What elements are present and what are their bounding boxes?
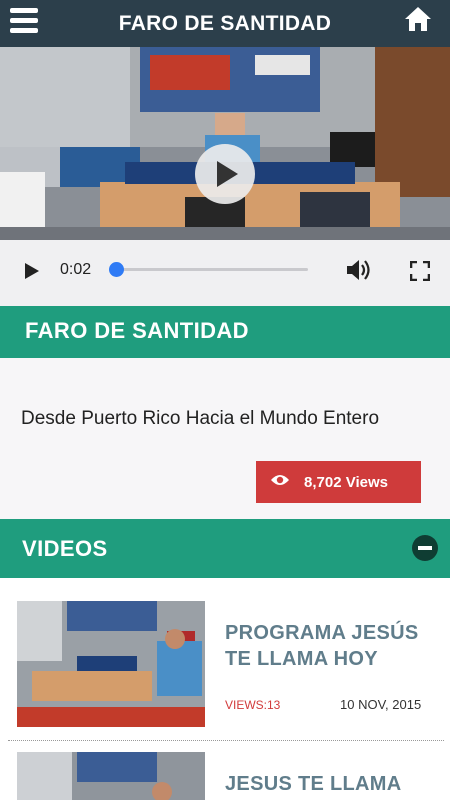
videos-title: VIDEOS <box>22 536 108 561</box>
play-icon[interactable] <box>24 262 40 285</box>
video-title[interactable]: JESUS TE LLAMA HOY 8 <box>225 771 440 800</box>
player-controls: 0:02 <box>0 240 450 306</box>
app-title: FARO DE SANTIDAD <box>118 11 332 35</box>
fullscreen-icon[interactable] <box>409 260 431 286</box>
volume-icon[interactable] <box>346 258 372 287</box>
list-item[interactable]: PROGRAMA JESÚS TE LLAMA HOY VIEWS:13 10 … <box>0 578 450 741</box>
top-bar: FARO DE SANTIDAD <box>0 0 450 47</box>
channel-title: FARO DE SANTIDAD <box>25 318 249 343</box>
channel-header: FARO DE SANTIDAD <box>0 306 450 358</box>
play-overlay-button[interactable] <box>195 144 255 204</box>
home-icon[interactable] <box>404 6 432 34</box>
videos-header: VIDEOS <box>0 519 450 578</box>
video-thumbnail[interactable] <box>17 752 205 800</box>
channel-description: Desde Puerto Rico Hacia el Mundo Entero <box>21 408 380 429</box>
seek-bar[interactable] <box>116 268 308 271</box>
seek-knob[interactable] <box>108 262 124 277</box>
current-time: 0:02 <box>60 261 92 278</box>
eye-icon <box>270 473 290 492</box>
video-views: VIEWS:13 <box>225 698 281 712</box>
hamburger-menu-icon[interactable] <box>10 8 40 36</box>
video-thumbnail[interactable] <box>17 601 205 727</box>
video-frame[interactable] <box>0 47 450 240</box>
video-list: PROGRAMA JESÚS TE LLAMA HOY VIEWS:13 10 … <box>0 578 450 800</box>
video-title[interactable]: PROGRAMA JESÚS TE LLAMA HOY <box>225 620 440 672</box>
list-item[interactable]: JESUS TE LLAMA HOY 8 <box>0 741 450 800</box>
views-count-label: 8,702 Views <box>304 473 388 491</box>
views-count-button[interactable]: 8,702 Views <box>256 461 421 503</box>
video-date: 10 NOV, 2015 <box>340 697 422 712</box>
collapse-icon[interactable] <box>412 535 438 561</box>
app-screen: FARO DE SANTIDAD 0:02 FARO DE SANTIDAD D… <box>0 0 450 800</box>
